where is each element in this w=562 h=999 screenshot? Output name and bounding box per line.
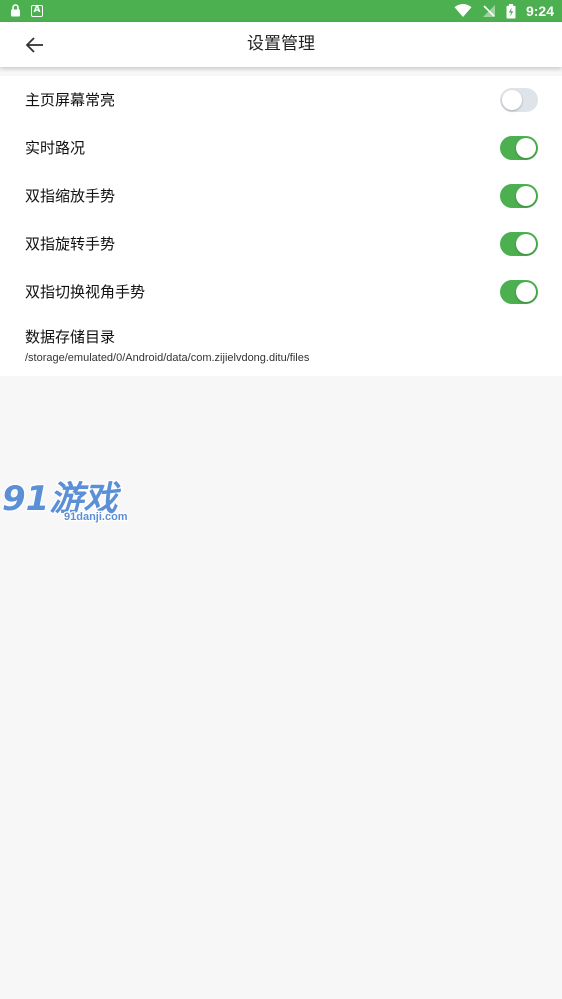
lock-icon <box>11 4 20 17</box>
pinch-zoom-toggle[interactable] <box>500 184 538 208</box>
screen-on-toggle[interactable] <box>500 88 538 112</box>
toggle-knob <box>516 234 536 254</box>
toggle-knob <box>502 90 522 110</box>
status-time: 9:24 <box>525 3 554 19</box>
settings-list: 主页屏幕常亮 实时路况 双指缩放手势 双指旋转手势 双指切换视角手势 数据存储目… <box>0 76 562 376</box>
setting-row-tilt: 双指切换视角手势 <box>0 268 562 316</box>
setting-row-rotate: 双指旋转手势 <box>0 220 562 268</box>
watermark-logo: 91游戏 91danji.com <box>1 478 129 525</box>
setting-label: 双指切换视角手势 <box>25 283 146 301</box>
battery-charging-icon <box>506 3 516 18</box>
setting-label: 主页屏幕常亮 <box>25 91 116 109</box>
arrow-left-icon <box>25 37 43 53</box>
setting-row-traffic: 实时路况 <box>0 124 562 172</box>
setting-label: 双指旋转手势 <box>25 235 116 253</box>
app-bar: 设置管理 <box>0 22 562 67</box>
storage-directory-path: /storage/emulated/0/Android/data/com.zij… <box>25 352 310 364</box>
a-icon: A <box>31 4 43 17</box>
back-button[interactable] <box>22 32 48 58</box>
status-bar: A 9:24 <box>0 0 562 22</box>
storage-directory-row[interactable]: 数据存储目录 /storage/emulated/0/Android/data/… <box>0 316 562 376</box>
toggle-knob <box>516 138 536 158</box>
setting-row-screen-on: 主页屏幕常亮 <box>0 76 562 124</box>
status-bar-right: 9:24 <box>454 3 554 19</box>
setting-label: 实时路况 <box>25 139 86 157</box>
wifi-icon <box>454 4 472 17</box>
toggle-knob <box>516 186 536 206</box>
status-bar-left: A <box>10 4 43 17</box>
toggle-knob <box>516 282 536 302</box>
storage-directory-label: 数据存储目录 <box>25 328 116 346</box>
watermark-url: 91danji.com <box>64 511 128 523</box>
page-title: 设置管理 <box>247 34 315 54</box>
no-sim-icon <box>482 5 495 17</box>
setting-row-pinch-zoom: 双指缩放手势 <box>0 172 562 220</box>
traffic-toggle[interactable] <box>500 136 538 160</box>
tilt-toggle[interactable] <box>500 280 538 304</box>
setting-label: 双指缩放手势 <box>25 187 116 205</box>
rotate-toggle[interactable] <box>500 232 538 256</box>
